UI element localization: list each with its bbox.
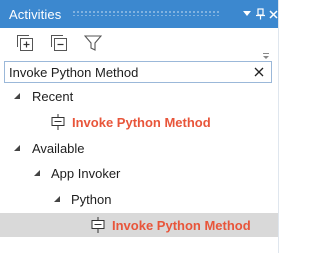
invoke-method-icon bbox=[91, 217, 105, 233]
tree-node-python[interactable]: Python bbox=[0, 187, 279, 211]
tree-node-label: App Invoker bbox=[51, 165, 121, 181]
collapse-all-icon bbox=[50, 34, 68, 55]
filter-icon bbox=[83, 34, 103, 55]
panel-right-border bbox=[278, 0, 279, 253]
tree-item-invoke-python-method[interactable]: Invoke Python Method bbox=[0, 213, 279, 237]
filter-button[interactable] bbox=[82, 33, 104, 55]
activity-label: Invoke Python Method bbox=[112, 217, 251, 233]
tree-item-recent-invoke-python-method[interactable]: Invoke Python Method bbox=[0, 110, 279, 134]
tree-node-label: Available bbox=[32, 140, 85, 156]
toolbar-overflow-icon[interactable] bbox=[261, 48, 271, 59]
expanded-caret-icon[interactable] bbox=[52, 194, 62, 204]
tree-node-label: Recent bbox=[32, 88, 74, 104]
activity-search-box[interactable] bbox=[4, 61, 272, 83]
invoke-method-icon bbox=[51, 114, 65, 130]
collapse-all-button[interactable] bbox=[48, 33, 70, 55]
tree-node-recent[interactable]: Recent bbox=[0, 84, 279, 108]
window-position-dropdown-icon[interactable] bbox=[240, 6, 254, 22]
expanded-caret-icon[interactable] bbox=[12, 91, 22, 101]
search-input[interactable] bbox=[9, 63, 249, 81]
tree-node-available[interactable]: Available bbox=[0, 136, 279, 160]
expanded-caret-icon[interactable] bbox=[32, 168, 42, 178]
activity-label: Invoke Python Method bbox=[72, 114, 211, 130]
expanded-caret-icon[interactable] bbox=[12, 143, 22, 153]
panel-titlebar: Activities bbox=[0, 0, 279, 28]
titlebar-grip bbox=[72, 10, 221, 16]
tree-node-label: Python bbox=[71, 191, 112, 207]
tree-node-app-invoker[interactable]: App Invoker bbox=[0, 161, 279, 185]
expand-all-icon bbox=[16, 34, 34, 55]
clear-search-icon[interactable] bbox=[251, 64, 267, 80]
panel-title: Activities bbox=[9, 6, 62, 22]
activities-toolbar bbox=[0, 28, 279, 60]
expand-all-button[interactable] bbox=[14, 33, 36, 55]
